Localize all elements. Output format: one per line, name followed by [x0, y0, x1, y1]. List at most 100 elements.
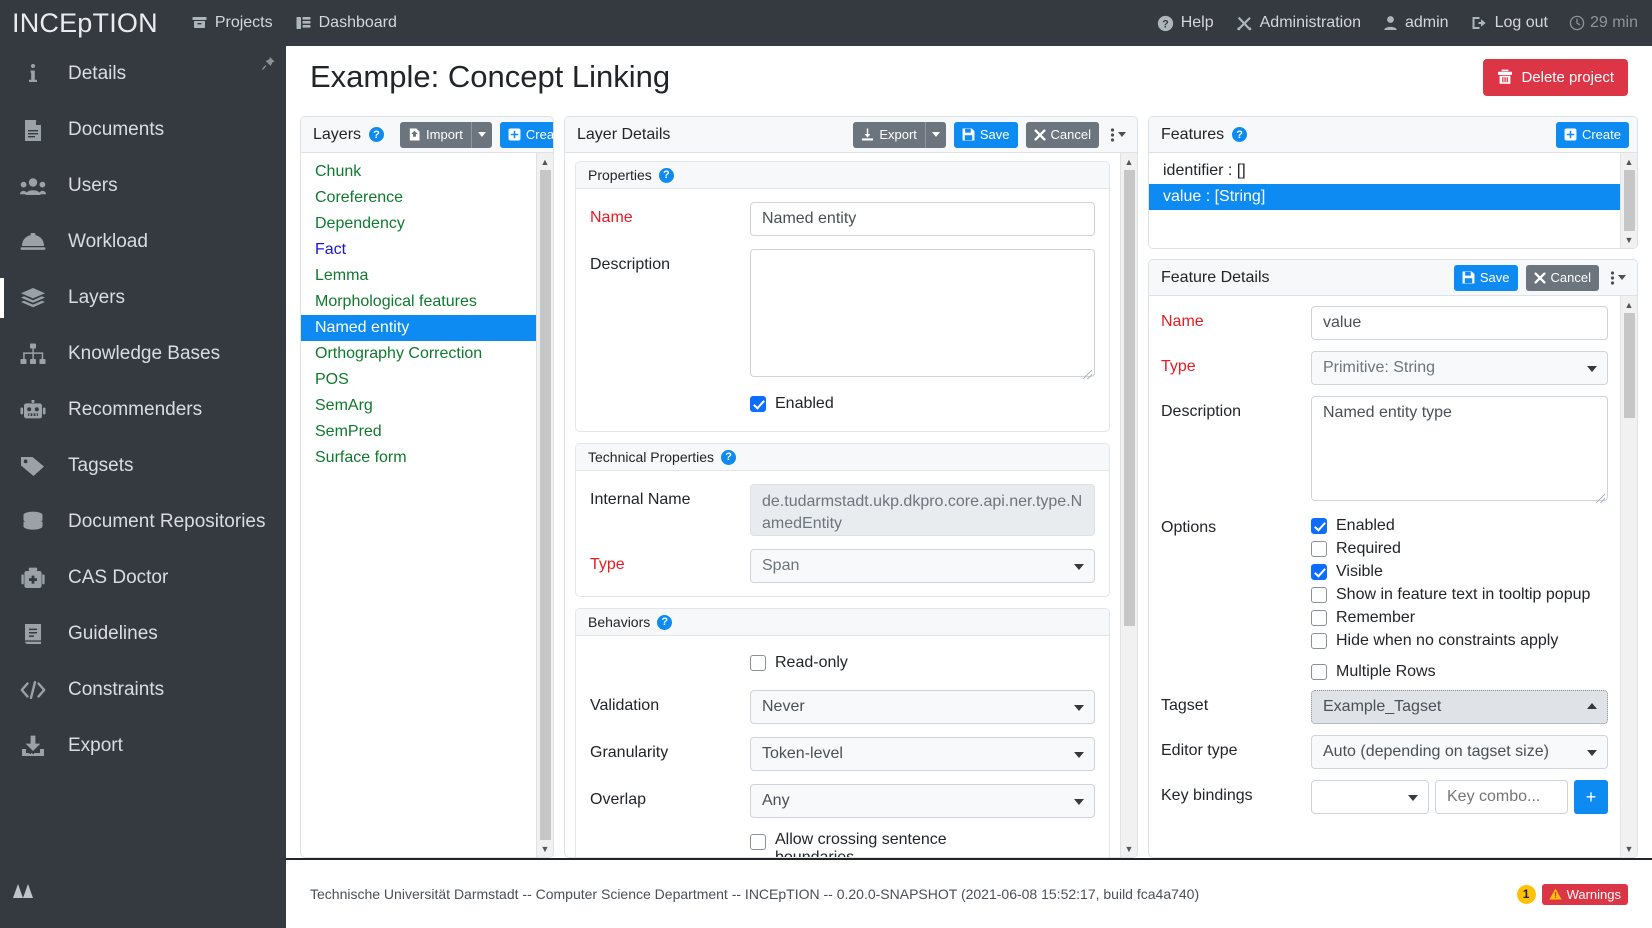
option-enabled-line[interactable]: Enabled: [1311, 517, 1608, 535]
app-brand-logo[interactable]: INCEpTION: [0, 8, 180, 39]
scroll-down-icon[interactable]: ▼: [537, 840, 554, 857]
feature-list-item-selected[interactable]: value : [String]: [1149, 184, 1620, 210]
help-icon[interactable]: ?: [657, 615, 672, 630]
tagset-select[interactable]: Example_Tagset: [1311, 690, 1608, 724]
layer-list-item-selected[interactable]: Named entity: [301, 315, 553, 341]
sidebar-item-guidelines[interactable]: Guidelines: [0, 606, 286, 662]
help-icon[interactable]: ?: [369, 127, 384, 142]
option-required-line[interactable]: Required: [1311, 540, 1608, 558]
layer-list-item[interactable]: Dependency: [301, 211, 553, 237]
layer-list-item[interactable]: Morphological features: [301, 289, 553, 315]
scroll-up-icon[interactable]: ▲: [537, 153, 554, 170]
import-button[interactable]: Import: [400, 122, 471, 148]
layer-enabled-checkbox-line[interactable]: Enabled: [750, 395, 1095, 413]
layers-scrollbar[interactable]: ▲ ▼: [536, 153, 553, 857]
add-key-binding-button[interactable]: +: [1574, 780, 1608, 814]
feature-details-scrollbar[interactable]: ▲ ▼: [1620, 296, 1637, 857]
option-visible-checkbox[interactable]: [1311, 564, 1327, 580]
layer-name-input[interactable]: [750, 202, 1095, 236]
layer-export-dropdown-toggle[interactable]: [925, 122, 946, 148]
multiple-rows-checkbox[interactable]: [1311, 664, 1327, 680]
readonly-checkbox-line[interactable]: Read-only: [750, 649, 1095, 672]
sidebar-item-workload[interactable]: Workload: [0, 214, 286, 270]
editor-type-select[interactable]: Auto (depending on tagset size): [1311, 735, 1608, 769]
option-enabled-checkbox[interactable]: [1311, 518, 1327, 534]
nav-item-administration[interactable]: Administration: [1225, 0, 1372, 46]
sidebar-item-documents[interactable]: Documents: [0, 102, 286, 158]
layer-list-item[interactable]: Orthography Correction: [301, 341, 553, 367]
feature-description-textarea[interactable]: [1311, 396, 1608, 501]
help-icon[interactable]: ?: [1232, 127, 1247, 142]
option-hide-constraints-checkbox[interactable]: [1311, 633, 1327, 649]
scrollbar-track[interactable]: [537, 170, 554, 840]
sidebar-item-users[interactable]: Users: [0, 158, 286, 214]
layer-list-item[interactable]: POS: [301, 367, 553, 393]
crossing-sentence-checkbox-line[interactable]: Allow crossing sentence boundaries: [750, 831, 965, 857]
layer-list-item[interactable]: Coreference: [301, 185, 553, 211]
scroll-down-icon[interactable]: ▼: [1121, 840, 1138, 857]
layer-export-button[interactable]: Export: [853, 122, 925, 148]
option-remember-line[interactable]: Remember: [1311, 609, 1608, 627]
nav-item-help[interactable]: ? Help: [1146, 0, 1225, 46]
sidebar-item-constraints[interactable]: Constraints: [0, 662, 286, 718]
layer-enabled-checkbox[interactable]: [750, 396, 766, 412]
layer-list-item[interactable]: SemArg: [301, 393, 553, 419]
layer-type-select[interactable]: Span: [750, 549, 1095, 583]
create-feature-button[interactable]: Create: [1556, 122, 1629, 148]
delete-project-button[interactable]: Delete project: [1483, 59, 1628, 96]
layer-list-item[interactable]: Surface form: [301, 445, 553, 471]
option-required-checkbox[interactable]: [1311, 541, 1327, 557]
layer-save-button[interactable]: Save: [954, 122, 1018, 148]
scrollbar-track[interactable]: [1621, 170, 1638, 231]
feature-details-menu-button[interactable]: [1607, 270, 1629, 286]
layer-list-item[interactable]: SemPred: [301, 419, 553, 445]
layer-list-item[interactable]: Chunk: [301, 159, 553, 185]
sidebar-item-details[interactable]: Details: [0, 46, 286, 102]
scrollbar-track[interactable]: [1121, 170, 1138, 840]
scroll-up-icon[interactable]: ▲: [1621, 153, 1638, 170]
nav-item-logout[interactable]: Log out: [1460, 0, 1559, 46]
option-show-tooltip-line[interactable]: Show in feature text in tooltip popup: [1311, 586, 1608, 604]
scroll-down-icon[interactable]: ▼: [1621, 840, 1638, 857]
key-combo-input[interactable]: [1435, 780, 1568, 814]
feature-type-select[interactable]: Primitive: String: [1311, 351, 1608, 385]
scrollbar-thumb[interactable]: [1124, 170, 1135, 626]
option-visible-line[interactable]: Visible: [1311, 563, 1608, 581]
validation-select[interactable]: Never: [750, 690, 1095, 724]
sidebar-item-export[interactable]: Export: [0, 718, 286, 774]
multiple-rows-checkbox-line[interactable]: Multiple Rows: [1311, 663, 1608, 681]
scrollbar-track[interactable]: [1621, 313, 1638, 840]
layer-details-menu-button[interactable]: [1107, 127, 1129, 143]
scroll-up-icon[interactable]: ▲: [1121, 153, 1138, 170]
help-icon[interactable]: ?: [659, 168, 674, 183]
feature-list-item[interactable]: identifier : []: [1149, 158, 1620, 184]
feature-cancel-button[interactable]: Cancel: [1526, 265, 1599, 291]
nav-item-projects[interactable]: Projects: [180, 0, 284, 46]
help-icon[interactable]: ?: [721, 450, 736, 465]
features-scrollbar[interactable]: ▲ ▼: [1620, 153, 1637, 248]
warnings-badge[interactable]: Warnings: [1542, 884, 1628, 905]
crossing-sentence-checkbox[interactable]: [750, 834, 766, 850]
layer-description-textarea[interactable]: [750, 249, 1095, 377]
sidebar-item-cas-doctor[interactable]: CAS Doctor: [0, 550, 286, 606]
create-layer-button[interactable]: Create: [500, 122, 554, 148]
option-remember-checkbox[interactable]: [1311, 610, 1327, 626]
scrollbar-thumb[interactable]: [1624, 313, 1635, 418]
layer-list-item[interactable]: Lemma: [301, 263, 553, 289]
overlap-select[interactable]: Any: [750, 784, 1095, 818]
sidebar-item-layers[interactable]: Layers: [0, 270, 286, 326]
layer-cancel-button[interactable]: Cancel: [1026, 122, 1099, 148]
nav-item-user[interactable]: admin: [1372, 0, 1460, 46]
readonly-checkbox[interactable]: [750, 655, 766, 671]
option-show-tooltip-checkbox[interactable]: [1311, 587, 1327, 603]
key-bindings-value-select[interactable]: [1311, 780, 1429, 814]
sidebar-item-tagsets[interactable]: Tagsets: [0, 438, 286, 494]
layer-list-item[interactable]: Fact: [301, 237, 553, 263]
sidebar-item-recommenders[interactable]: Recommenders: [0, 382, 286, 438]
scroll-down-icon[interactable]: ▼: [1621, 231, 1638, 248]
layer-details-scrollbar[interactable]: ▲ ▼: [1120, 153, 1137, 857]
feature-save-button[interactable]: Save: [1454, 265, 1518, 291]
scroll-up-icon[interactable]: ▲: [1621, 296, 1638, 313]
granularity-select[interactable]: Token-level: [750, 737, 1095, 771]
feature-name-input[interactable]: [1311, 306, 1608, 340]
